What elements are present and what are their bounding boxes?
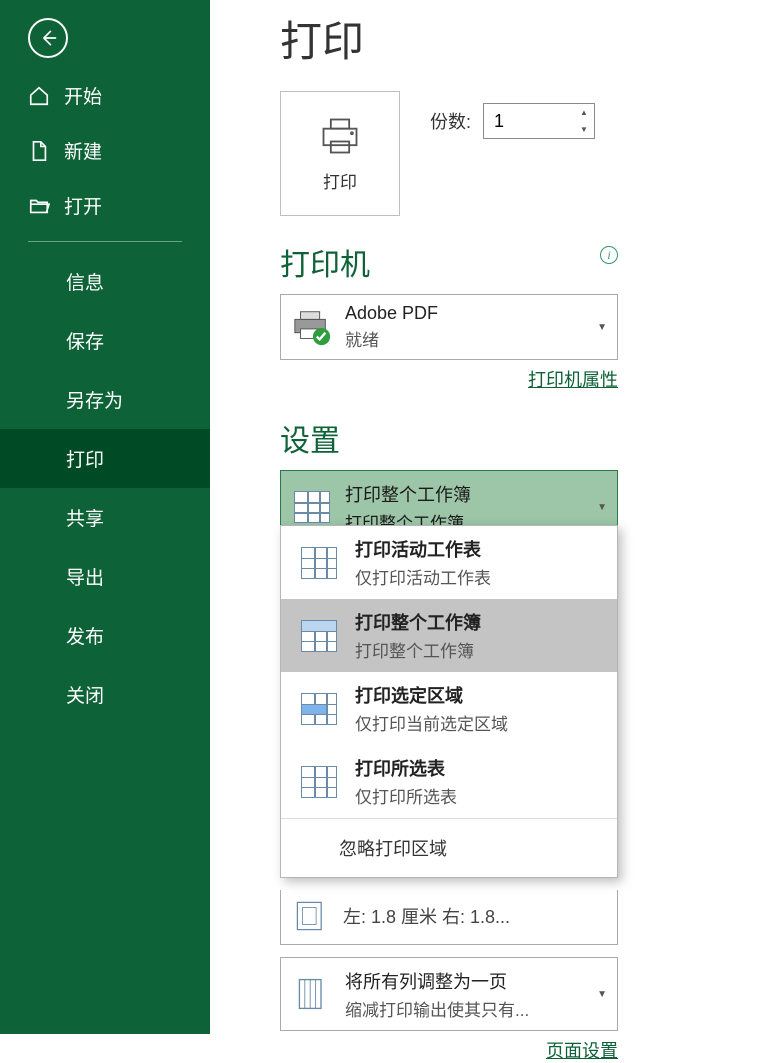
copies-control: 份数: ▲ ▼ [430,103,595,139]
print-button[interactable]: 打印 [280,91,400,216]
info-icon[interactable]: i [600,246,618,264]
page-setup-link[interactable]: 页面设置 [546,1041,618,1061]
opt4-sub: 仅打印所选表 [355,783,607,808]
nav-share[interactable]: 共享 [0,488,210,547]
margins-icon [291,896,331,936]
opt4-title: 打印所选表 [355,755,607,781]
nav-export[interactable]: 导出 [0,547,210,606]
opt1-title: 打印活动工作表 [355,536,607,562]
option-print-selected-table[interactable]: 打印所选表 仅打印所选表 [281,745,617,818]
ignore-print-area[interactable]: 忽略打印区域 [281,818,617,877]
printer-properties-link[interactable]: 打印机属性 [528,370,618,390]
copies-up[interactable]: ▲ [574,104,594,121]
chevron-down-icon: ▼ [597,502,607,513]
chevron-down-icon: ▼ [597,989,607,1000]
opt2-sub: 打印整个工作簿 [355,637,607,662]
opt3-title: 打印选定区域 [355,682,607,708]
opt1-sub: 仅打印活动工作表 [355,564,607,589]
margins-dropdown-partial[interactable]: 左: 1.8 厘米 右: 1.8... [280,890,618,945]
new-file-icon [28,140,50,162]
copies-spinner[interactable]: ▲ ▼ [483,103,595,139]
copies-input[interactable] [484,104,574,138]
copies-down[interactable]: ▼ [574,121,594,138]
nav-new[interactable]: 新建 [0,123,210,178]
printer-icon [318,114,362,158]
opt3-sub: 仅打印当前选定区域 [355,710,607,735]
printer-section-title: 打印机 [280,240,370,284]
option-print-selection[interactable]: 打印选定区域 仅打印当前选定区域 [281,672,617,745]
opt2-title: 打印整个工作簿 [355,609,607,635]
nav-save[interactable]: 保存 [0,311,210,370]
margins-text: 左: 1.8 厘米 右: 1.8... [343,903,607,929]
nav-info[interactable]: 信息 [0,252,210,311]
home-icon [28,85,50,107]
page-title: 打印 [280,8,764,69]
table-icon [301,764,337,800]
settings-section-title: 设置 [280,416,764,460]
back-arrow-icon [38,28,58,48]
scaling-sub: 缩减打印输出使其只有... [345,996,585,1021]
nav-divider [28,241,182,242]
nav-open-label: 打开 [64,192,102,219]
nav-new-label: 新建 [64,137,102,164]
open-folder-icon [28,195,50,217]
sheet-icon [301,545,337,581]
printer-dropdown[interactable]: Adobe PDF 就绪 ▼ [280,294,618,360]
workbook-icon [301,618,337,654]
option-print-entire-workbook[interactable]: 打印整个工作簿 打印整个工作簿 [281,599,617,672]
scaling-dropdown[interactable]: 将所有列调整为一页 缩减打印输出使其只有... ▼ [280,957,618,1031]
chevron-down-icon: ▼ [597,322,607,333]
printer-status-icon [291,306,333,348]
nav-home-label: 开始 [64,82,102,109]
printer-name: Adobe PDF [345,303,585,324]
nav-close[interactable]: 关闭 [0,665,210,724]
nav-saveas[interactable]: 另存为 [0,370,210,429]
option-print-active-sheets[interactable]: 打印活动工作表 仅打印活动工作表 [281,526,617,599]
nav-print[interactable]: 打印 [0,429,210,488]
backstage-sidebar: 开始 新建 打开 信息 保存 另存为 打印 共享 导出 发布 关闭 [0,0,210,1034]
back-button[interactable] [28,18,68,58]
nav-publish[interactable]: 发布 [0,606,210,665]
nav-open[interactable]: 打开 [0,178,210,233]
workbook-icon [291,486,333,528]
print-panel: 打印 打印 份数: ▲ ▼ 打印机 i [210,0,764,1034]
scaling-title: 将所有列调整为一页 [345,968,585,994]
print-what-menu: 打印活动工作表 仅打印活动工作表 打印整个工作簿 打印整个工作簿 打印选定区域 … [280,525,618,878]
selection-icon [301,691,337,727]
print-button-label: 打印 [323,168,357,193]
printer-status: 就绪 [345,326,585,351]
print-what-title: 打印整个工作簿 [345,481,585,507]
nav-home[interactable]: 开始 [0,68,210,123]
fit-columns-icon [291,973,333,1015]
copies-label: 份数: [430,108,471,134]
